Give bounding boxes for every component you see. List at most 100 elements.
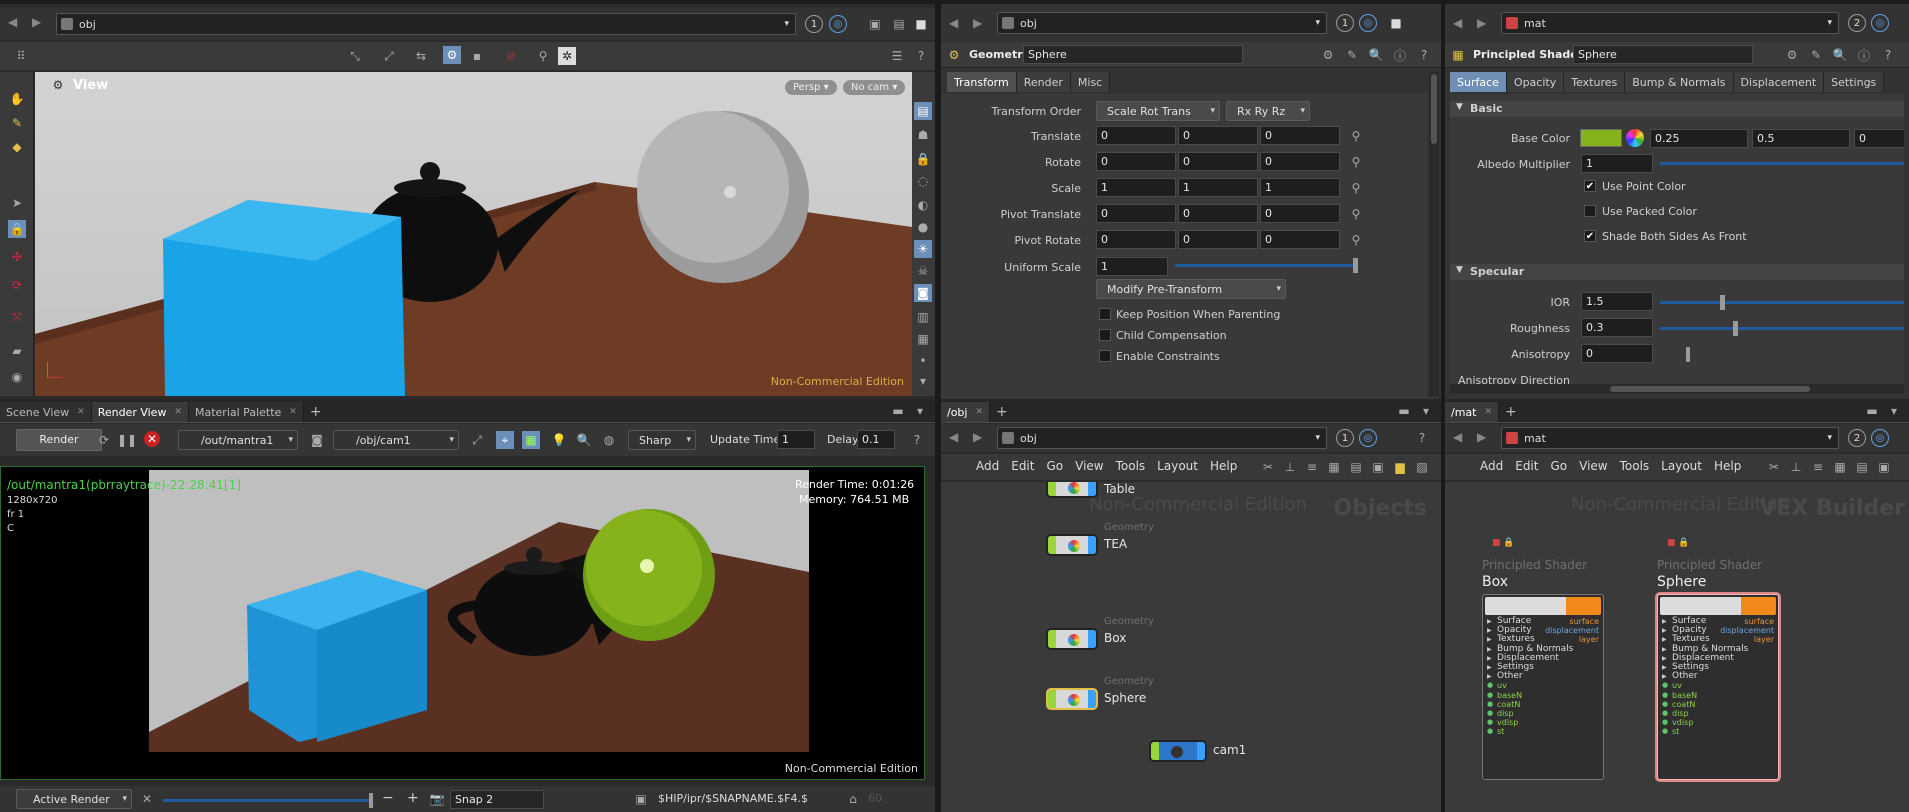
wrench-icon[interactable]: ✂ (1765, 458, 1783, 476)
info-icon[interactable]: ⓘ (1391, 46, 1409, 64)
pin-number[interactable]: 1 (1336, 429, 1354, 447)
snapshot-slider-knob[interactable] (369, 793, 373, 808)
help-icon[interactable]: ? (1879, 46, 1897, 64)
shader-input[interactable]: Other (1483, 671, 1603, 681)
gear-icon[interactable]: ⚙ (1783, 46, 1801, 64)
shader-port[interactable]: vdisp (1658, 718, 1778, 727)
notes-icon[interactable]: ▆ (1391, 458, 1409, 476)
tab-view-icon[interactable]: ▣ (1875, 458, 1893, 476)
transform-value-field[interactable]: 0 (1178, 152, 1258, 171)
list-view-icon[interactable]: ≡ (1809, 458, 1827, 476)
menu-add[interactable]: Add (1480, 459, 1503, 473)
shader-port[interactable]: disp (1658, 709, 1778, 718)
render-settings-icon[interactable]: ✲ (558, 47, 576, 65)
ior-knob[interactable] (1720, 295, 1725, 310)
persp-button[interactable]: Persp ▾ (785, 80, 837, 95)
shade-smooth-icon[interactable]: ● (914, 218, 932, 236)
shader-port[interactable]: coatN (1658, 700, 1778, 709)
transform-value-field[interactable]: 0 (1096, 204, 1176, 223)
menu-tools[interactable]: Tools (1116, 459, 1146, 473)
shader-name-field[interactable]: Sphere (1573, 45, 1753, 64)
pointer-tool-icon[interactable]: ➤ (8, 194, 26, 212)
move-tool-icon[interactable]: ✣ (8, 248, 26, 266)
tab-view-icon[interactable]: ▣ (1369, 458, 1387, 476)
zoom-icon[interactable]: 🔍 (575, 431, 593, 449)
pane-menu-icon[interactable]: ▬ (1863, 402, 1881, 420)
brush-icon[interactable]: ✎ (1343, 46, 1361, 64)
pane-options-icon[interactable]: ▾ (1417, 402, 1435, 420)
grid-view-icon[interactable]: ▦ (1831, 458, 1849, 476)
folder-icon[interactable]: ▣ (632, 790, 650, 808)
shader-node-box[interactable]: SurfaceOpacityTexturesBump & NormalsDisp… (1482, 594, 1604, 780)
pane-menu-icon[interactable]: ▬ (889, 402, 907, 420)
channel-icon[interactable]: ⚲ (1347, 127, 1365, 145)
pane-options-icon[interactable]: ▾ (911, 402, 929, 420)
color-wheel-icon[interactable] (1626, 129, 1644, 147)
tree-icon[interactable]: ⊥ (1787, 458, 1805, 476)
minus-icon[interactable]: − (382, 790, 394, 806)
enable-constraints-checkbox[interactable] (1099, 350, 1111, 362)
forward-arrow-icon[interactable]: ▶ (1477, 430, 1486, 444)
back-arrow-icon[interactable]: ◀ (1453, 430, 1462, 444)
select-icon[interactable]: ⤢ (468, 431, 486, 449)
scale-tool-icon[interactable]: ⤧ (8, 308, 26, 326)
brush-icon[interactable]: ✎ (1807, 46, 1825, 64)
shader-output[interactable]: displacement (1545, 626, 1599, 635)
scene-viewport[interactable]: ⚙ View Persp ▾ No cam ▾ Non-Commercial E… (35, 72, 912, 396)
tab-misc[interactable]: Misc (1070, 72, 1111, 92)
shade-both-sides-checkbox[interactable]: ✔ (1584, 230, 1596, 242)
specular-section-header[interactable]: ▼ Specular (1450, 264, 1904, 280)
menu-edit[interactable]: Edit (1011, 459, 1034, 473)
transform-value-field[interactable]: 0 (1260, 126, 1340, 145)
back-arrow-icon[interactable]: ◀ (949, 430, 958, 444)
back-arrow-icon[interactable]: ◀ (949, 16, 958, 30)
globe-icon[interactable]: ◍ (600, 431, 618, 449)
transform-value-field[interactable]: 1 (1178, 178, 1258, 197)
snapping-icon[interactable]: ⚲ (534, 47, 552, 65)
base-color-g[interactable]: 0.5 (1752, 129, 1850, 148)
shader-port[interactable]: uv (1658, 681, 1778, 690)
menu-tools[interactable]: Tools (1620, 459, 1650, 473)
channel-icon[interactable]: ⚲ (1347, 231, 1365, 249)
shader-flags-icon[interactable]: ■ 🔒 (1492, 538, 1515, 548)
ghost-icon[interactable]: ☗ (914, 126, 932, 144)
maximize-icon[interactable]: ■ (1387, 14, 1405, 32)
add-tab-button[interactable]: + (990, 402, 1014, 422)
obj-network-path[interactable]: obj ▾ (997, 427, 1327, 449)
mat-hscroll-thumb[interactable] (1610, 386, 1810, 392)
basic-section-header[interactable]: ▼ Basic (1450, 101, 1904, 117)
help-icon[interactable]: ? (1415, 46, 1433, 64)
snap-label-field[interactable]: Snap 2 (450, 790, 544, 809)
tiles-view-icon[interactable]: ▤ (1347, 458, 1365, 476)
roughness-field[interactable]: 0.3 (1581, 318, 1653, 337)
pin-number[interactable]: 2 (1848, 429, 1866, 447)
shader-port[interactable]: st (1483, 727, 1603, 736)
link-icon[interactable]: ◎ (1871, 429, 1889, 447)
search-icon[interactable]: 🔍 (1367, 46, 1385, 64)
camera-dropdown[interactable]: /obj/cam1 (333, 430, 459, 450)
wire-icon[interactable]: ◌ (914, 172, 932, 190)
pin-number[interactable]: 1 (805, 15, 823, 33)
display-options-icon[interactable]: ▣ (866, 15, 884, 33)
mat-path-field[interactable]: mat ▾ (1501, 12, 1839, 34)
shader-port[interactable]: vdisp (1483, 718, 1603, 727)
no-cam-button[interactable]: No cam ▾ (843, 80, 906, 95)
forward-arrow-icon[interactable]: ▶ (973, 16, 982, 30)
mat-hscrollbar[interactable] (1450, 384, 1904, 394)
shader-port[interactable]: baseN (1658, 691, 1778, 700)
shade-icon[interactable]: ◐ (914, 196, 932, 214)
tab-surface[interactable]: Surface (1450, 72, 1507, 92)
shader-output[interactable]: layer (1754, 635, 1774, 644)
display-mode-icon[interactable]: ▤ (914, 102, 932, 120)
shader-output[interactable]: displacement (1720, 626, 1774, 635)
list-options-icon[interactable]: ☰ (888, 47, 906, 65)
image-view-icon[interactable]: ▨ (1413, 458, 1431, 476)
modify-pre-transform-dropdown[interactable]: Modify Pre-Transform (1096, 279, 1286, 299)
stop-icon[interactable]: ⊘ (502, 47, 520, 65)
uniform-scale-knob[interactable] (1353, 258, 1358, 273)
keep-position-checkbox[interactable] (1099, 308, 1111, 320)
roughness-slider[interactable] (1660, 321, 1904, 336)
help-icon[interactable]: ? (912, 47, 930, 65)
shader-flags-icon[interactable]: ■ 🔒 (1667, 538, 1690, 548)
grid-view-icon[interactable]: ▦ (1325, 458, 1343, 476)
